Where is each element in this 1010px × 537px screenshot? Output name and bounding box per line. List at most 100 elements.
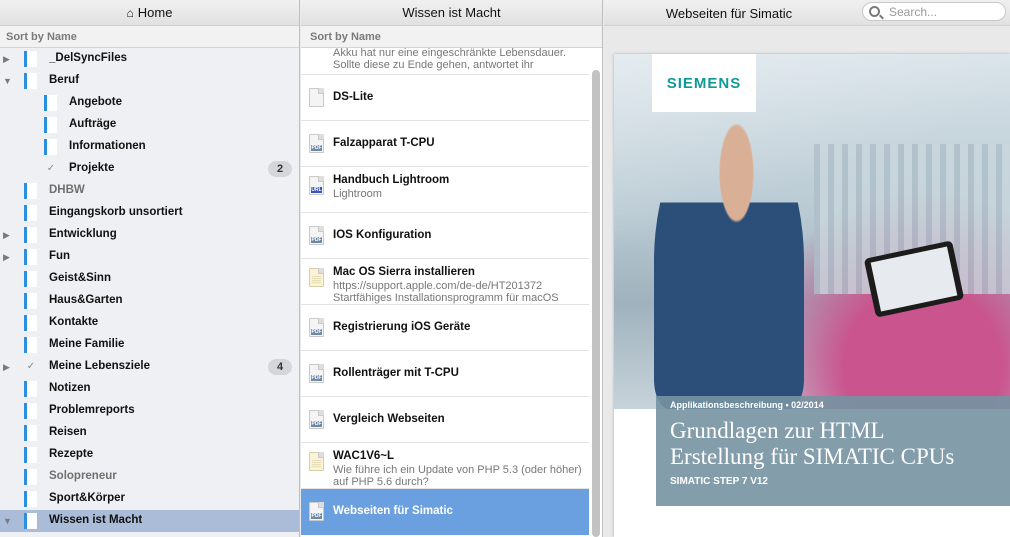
folder-icon xyxy=(44,117,57,133)
note-list-item[interactable]: Mac OS Sierra installieren https://suppor… xyxy=(301,259,589,305)
document-icon xyxy=(309,88,324,107)
note-snippet: Sollte diese zu Ende gehen, antwortet ih… xyxy=(333,59,534,71)
sidebar-item[interactable]: ▶ _DelSyncFiles xyxy=(0,48,299,70)
sidebar-item[interactable]: ✓ Projekte 2 xyxy=(0,158,299,180)
folder-icon xyxy=(24,249,37,265)
note-list-item[interactable]: DS-Lite xyxy=(301,75,589,121)
sidebar-item-label: Sport&Körper xyxy=(49,492,126,504)
note-snippet: auf PHP 5.6 durch? xyxy=(333,476,429,488)
sidebar-item-label: Aufträge xyxy=(69,118,117,130)
sidebar-sort[interactable]: Sort by Name xyxy=(0,26,299,48)
sidebar-header[interactable]: ⌂ Home xyxy=(0,0,299,26)
note-title: Handbuch Lightroom xyxy=(333,174,450,186)
sidebar-item-label: Fun xyxy=(49,250,71,262)
sidebar-item[interactable]: Meine Familie xyxy=(0,334,299,356)
cover-label: Applikationsbeschreibung • 02/2014 xyxy=(670,400,824,410)
note-list-item[interactable]: WAC1V6~L Wie führe ich ein Update von PHP… xyxy=(301,443,589,489)
sidebar-item[interactable]: Haus&Garten xyxy=(0,290,299,312)
cover-title: Grundlagen zur HTML Erstellung für SIMAT… xyxy=(670,418,996,470)
note-list-scrollbar[interactable] xyxy=(592,70,600,537)
note-list-header: Wissen ist Macht xyxy=(301,0,602,26)
sidebar-item[interactable]: Informationen xyxy=(0,136,299,158)
note-title: WAC1V6~L xyxy=(333,450,395,462)
sidebar-item-label: Angebote xyxy=(69,96,123,108)
sidebar-item[interactable]: Solopreneur xyxy=(0,466,299,488)
sidebar-item-label: Entwicklung xyxy=(49,228,117,240)
sidebar-item-label: Projekte xyxy=(69,162,115,174)
sidebar-item-label: Problemreports xyxy=(49,404,135,416)
sidebar-item-label: Informationen xyxy=(69,140,146,152)
sidebar-item[interactable]: DHBW xyxy=(0,180,299,202)
sidebar-item-label: _DelSyncFiles xyxy=(49,52,127,64)
sidebar-item-label: Notizen xyxy=(49,382,91,394)
note-list-item[interactable]: PDF IOS Konfiguration xyxy=(301,213,589,259)
note-list-item[interactable]: Akku hat nur eine eingeschränkte Lebensd… xyxy=(301,48,589,75)
file-type-tag: PDF xyxy=(311,329,322,335)
folder-icon xyxy=(24,73,37,89)
folder-icon xyxy=(24,403,37,419)
sidebar-item-label: Geist&Sinn xyxy=(49,272,111,284)
sidebar-item[interactable]: Sport&Körper xyxy=(0,488,299,510)
cover-caption: Applikationsbeschreibung • 02/2014 Grund… xyxy=(656,396,1010,506)
disclosure-closed-icon[interactable]: ▶ xyxy=(3,361,13,373)
folder-icon xyxy=(24,469,37,485)
note-snippet: Wie führe ich ein Update von PHP 5.3 (od… xyxy=(333,464,582,476)
disclosure-open-icon[interactable]: ▼ xyxy=(3,515,13,527)
sidebar-item[interactable]: Notizen xyxy=(0,378,299,400)
disclosure-closed-icon[interactable]: ▶ xyxy=(3,229,13,241)
note-list-item[interactable]: URL Handbuch Lightroom Lightroom xyxy=(301,167,589,213)
sidebar-item-label: Kontakte xyxy=(49,316,99,328)
disclosure-open-icon[interactable]: ▼ xyxy=(3,75,13,87)
count-badge: 4 xyxy=(268,359,292,375)
sidebar-item[interactable]: Kontakte xyxy=(0,312,299,334)
sidebar-item[interactable]: ▶ Entwicklung xyxy=(0,224,299,246)
note-icon xyxy=(309,452,324,471)
sidebar-item[interactable]: Aufträge xyxy=(0,114,299,136)
sidebar-item-label: Meine Lebensziele xyxy=(49,360,150,372)
folder-icon xyxy=(24,337,37,353)
sidebar-item[interactable]: ▼ Wissen ist Macht xyxy=(0,510,299,532)
sidebar-item[interactable]: ▶ ✓ Meine Lebensziele 4 xyxy=(0,356,299,378)
folder-icon xyxy=(24,271,37,287)
preview-title: Webseiten für Simatic xyxy=(665,5,793,21)
sidebar-item-label: Reisen xyxy=(49,426,87,438)
photo-person xyxy=(654,114,804,409)
sidebar-item[interactable]: ▼ Beruf xyxy=(0,70,299,92)
sidebar-item[interactable]: Reisen xyxy=(0,422,299,444)
document-icon: PDF xyxy=(309,134,324,153)
disclosure-closed-icon[interactable]: ▶ xyxy=(3,53,13,65)
sidebar-item-label: Haus&Garten xyxy=(49,294,123,306)
folder-icon xyxy=(44,95,57,111)
sidebar-item[interactable]: Angebote xyxy=(0,92,299,114)
sidebar-title: Home xyxy=(137,5,173,20)
note-list-item[interactable]: PDF Vergleich Webseiten xyxy=(301,397,589,443)
sidebar-item[interactable]: ▶ Fun xyxy=(0,246,299,268)
sidebar: ⌂ Home Sort by Name ▶ _DelSyncFiles ▼ Beruf… xyxy=(0,0,300,537)
sidebar-item[interactable]: Problemreports xyxy=(0,400,299,422)
note-list-item[interactable]: PDF Webseiten für Simatic xyxy=(301,489,589,535)
sidebar-item[interactable]: Geist&Sinn xyxy=(0,268,299,290)
count-badge: 2 xyxy=(268,161,292,177)
home-icon: ⌂ xyxy=(126,5,134,20)
note-list-sort[interactable]: Sort by Name xyxy=(301,26,602,48)
smart-folder-icon: ✓ xyxy=(26,361,36,372)
sidebar-item-label: Rezepte xyxy=(49,448,94,460)
note-list-item[interactable]: PDF Falzapparat T-CPU xyxy=(301,121,589,167)
cover-title-line2: Erstellung für SIMATIC CPUs xyxy=(670,444,955,469)
sidebar-item-label: Wissen ist Macht xyxy=(49,514,143,526)
document-icon: PDF xyxy=(309,318,324,337)
note-title: DS-Lite xyxy=(333,91,374,103)
note-list-item[interactable]: PDF Rollenträger mit T-CPU xyxy=(301,351,589,397)
siemens-logo: SIEMENS xyxy=(652,54,756,112)
document-page[interactable]: SIEMENS Applikationsbeschreibung • 02/20… xyxy=(614,54,1010,537)
folder-icon xyxy=(24,425,37,441)
sidebar-item[interactable]: Rezepte xyxy=(0,444,299,466)
search-input[interactable]: Search... xyxy=(862,2,1006,21)
disclosure-closed-icon[interactable]: ▶ xyxy=(3,251,13,263)
sidebar-item[interactable]: Eingangskorb unsortiert xyxy=(0,202,299,224)
note-list-item[interactable]: PDF Registrierung iOS Geräte xyxy=(301,305,589,351)
file-type-tag: URL xyxy=(311,187,322,193)
sidebar-item-label: Eingangskorb unsortiert xyxy=(49,206,183,218)
folder-icon xyxy=(24,293,37,309)
folder-icon xyxy=(44,139,57,155)
